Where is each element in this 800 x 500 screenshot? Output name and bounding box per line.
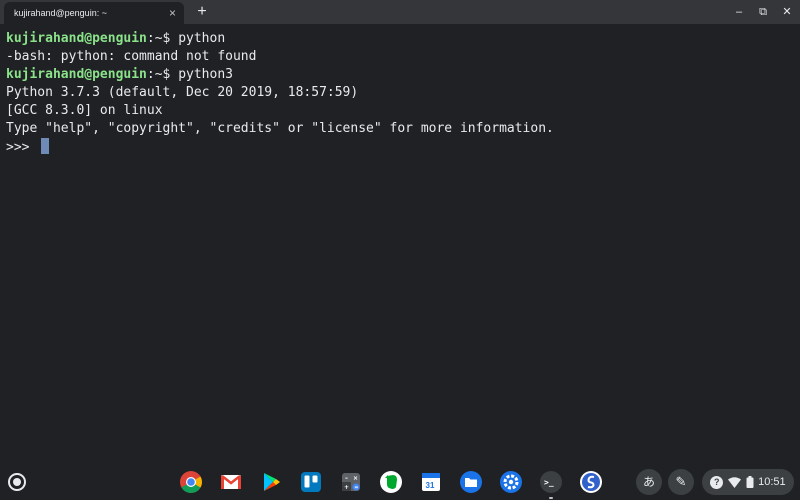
chrome-icon[interactable] [178,469,204,495]
terminal-line: >>> [6,138,794,156]
battery-icon [746,476,754,488]
status-tray[interactable]: ? 10:51 [702,469,794,495]
stylus-icon[interactable]: ✎ [668,469,694,495]
gmail-icon[interactable] [218,469,244,495]
prompt-user-host: kujirahand@penguin [6,67,147,82]
title-bar: kujirahand@penguin: ~ × + – ⧉ ✕ [0,0,800,24]
help-icon: ? [710,475,724,489]
shelf: – × + = 31 >_ あ ✎ ? 10:51 [0,464,800,500]
terminal-line: [GCC 8.3.0] on linux [6,103,163,118]
terminal-line: -bash: python: command not found [6,49,257,64]
clock-time: 10:51 [758,476,786,488]
text-cursor [41,138,50,154]
shelf-apps: – × + = 31 >_ [178,469,604,499]
terminal-output[interactable]: kujirahand@penguin:~$ python -bash: pyth… [0,24,800,464]
terminal-line: Python 3.7.3 (default, Dec 20 2019, 18:5… [6,85,359,100]
calendar-day: 31 [426,481,435,490]
calculator-icon[interactable]: – × + = [338,469,364,495]
tab-title: kujirahand@penguin: ~ [14,8,107,18]
prompt-path: :~ [146,31,163,46]
svg-text:+: + [344,484,349,491]
launcher-button[interactable] [8,473,26,491]
ime-button[interactable]: あ [636,469,662,495]
new-tab-button[interactable]: + [192,2,212,22]
python-prompt: >>> [6,140,38,155]
prompt-path: :~ [146,67,163,82]
terminal-line: kujirahand@penguin:~$ python [6,30,794,48]
settings-icon[interactable] [498,469,524,495]
tab-close-icon[interactable]: × [169,2,176,24]
simplenote-icon[interactable] [578,469,604,495]
trello-icon[interactable] [298,469,324,495]
play-store-icon[interactable] [258,469,284,495]
prompt-command: $ python [162,31,226,46]
terminal-icon[interactable]: >_ [538,469,564,499]
prompt-command: $ python3 [162,67,233,82]
prompt-user-host: kujirahand@penguin [6,31,147,46]
terminal-line: Type "help", "copyright", "credits" or "… [6,121,554,136]
wifi-icon [727,476,741,488]
evernote-icon[interactable] [378,469,404,495]
files-icon[interactable] [458,469,484,495]
tab-terminal[interactable]: kujirahand@penguin: ~ × [4,2,184,24]
svg-text:=: = [354,485,358,491]
svg-text:–: – [345,475,348,482]
svg-text:×: × [353,475,358,482]
window-controls: – ⧉ ✕ [732,4,794,22]
terminal-line: kujirahand@penguin:~$ python3 [6,66,794,84]
calendar-icon[interactable]: 31 [418,469,444,495]
restore-button[interactable]: ⧉ [756,4,770,20]
close-button[interactable]: ✕ [780,4,794,20]
minimize-button[interactable]: – [732,4,746,20]
terminal-glyph: >_ [544,478,554,487]
